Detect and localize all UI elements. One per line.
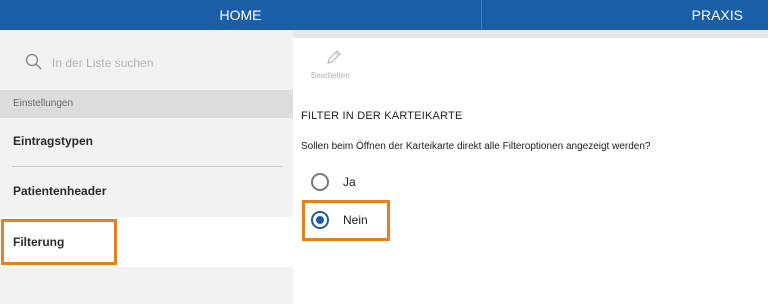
radio-ja[interactable] <box>311 173 329 191</box>
top-navigation: HOME PRAXIS <box>0 0 768 30</box>
edit-button[interactable]: Bearbeiten <box>303 46 363 86</box>
page-title: FILTER IN DER KARTEIKARTE <box>301 110 463 122</box>
settings-sidebar: Einstellungen Eintragstypen Patientenhea… <box>0 30 293 304</box>
sidebar-item-eintragstypen[interactable]: Eintragstypen <box>0 116 293 166</box>
selection-highlight <box>1 219 117 265</box>
detail-panel: Bearbeiten FILTER IN DER KARTEIKARTE Sol… <box>293 38 768 304</box>
pencil-icon <box>327 50 341 64</box>
sidebar-item-patientenheader[interactable]: Patientenheader <box>0 166 293 216</box>
toolbar: Bearbeiten <box>293 38 768 90</box>
section-header-einstellungen: Einstellungen <box>0 90 293 118</box>
search-bar <box>0 38 293 88</box>
search-icon[interactable] <box>25 53 43 71</box>
tab-home[interactable]: HOME <box>0 0 481 30</box>
radio-ja-label[interactable]: Ja <box>343 175 356 189</box>
edit-button-label: Bearbeiten <box>311 71 350 80</box>
tab-praxis[interactable]: PRAXIS <box>482 0 768 30</box>
filter-question: Sollen beim Öffnen der Karteikarte direk… <box>301 141 651 152</box>
selected-answer-highlight <box>302 200 390 241</box>
search-input[interactable] <box>52 54 272 72</box>
